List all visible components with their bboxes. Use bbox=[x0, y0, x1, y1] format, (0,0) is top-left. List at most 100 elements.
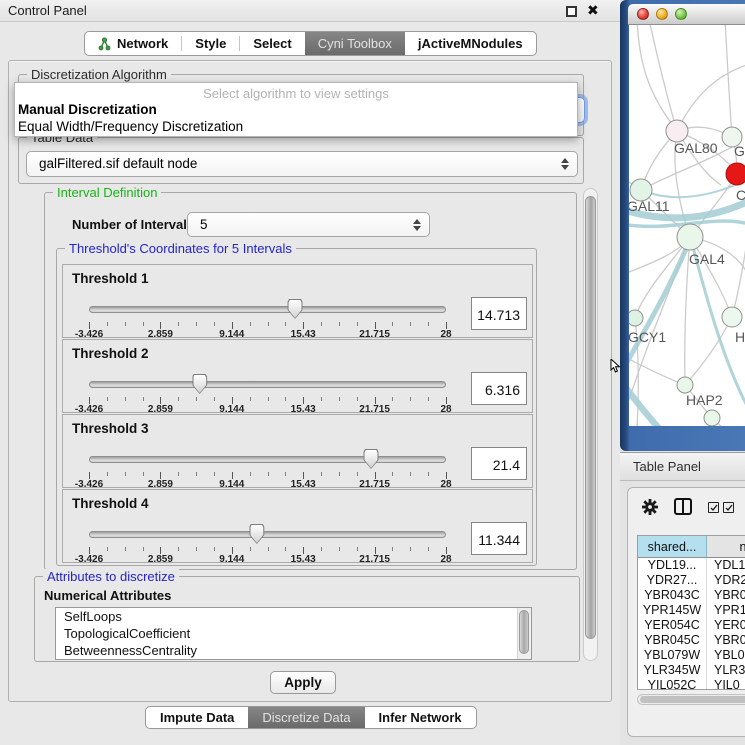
network-node-label: GA bbox=[734, 143, 745, 159]
table-row[interactable]: YBR043CYBR0 bbox=[638, 588, 745, 603]
cell[interactable]: YLR345W bbox=[638, 663, 707, 678]
threshold-2-value-field[interactable]: 6.316 bbox=[471, 372, 527, 405]
tab-impute-data[interactable]: Impute Data bbox=[146, 707, 248, 728]
checkbox-icon[interactable] bbox=[723, 502, 734, 513]
dropdown-option-manual-discretization[interactable]: Manual Discretization bbox=[15, 101, 577, 118]
table-row[interactable]: YPR145WYPR1 bbox=[638, 603, 745, 618]
threshold-3-slider[interactable] bbox=[89, 449, 446, 471]
cell[interactable]: YDL1 bbox=[707, 558, 745, 573]
threshold-4-slider-handle[interactable] bbox=[249, 524, 264, 544]
number-of-intervals-combobox[interactable]: 5 bbox=[187, 212, 430, 237]
tab-style[interactable]: Style bbox=[182, 32, 239, 55]
network-canvas[interactable]: GAL80GACGAL11GAL4GCY1HHAP2 bbox=[629, 25, 745, 426]
cell[interactable]: YBR045C bbox=[638, 633, 707, 648]
table-horizontal-scrollbar[interactable] bbox=[637, 694, 745, 705]
close-icon[interactable]: ✖ bbox=[587, 2, 599, 19]
tab-network[interactable]: Network bbox=[85, 32, 181, 55]
slider-tick bbox=[107, 397, 108, 401]
tab-jactivemnodules-label: jActiveMNodules bbox=[418, 36, 523, 51]
slider-track[interactable] bbox=[89, 306, 446, 313]
tab-discretize-data[interactable]: Discretize Data bbox=[248, 707, 364, 728]
threshold-1-value-field[interactable]: 14.713 bbox=[471, 297, 527, 330]
cell[interactable]: YDR27... bbox=[638, 573, 707, 588]
cell[interactable]: YDL19... bbox=[638, 558, 707, 573]
table-row[interactable]: YDR27...YDR2 bbox=[638, 573, 745, 588]
network-node-bottom[interactable] bbox=[704, 410, 720, 426]
checkbox-icon[interactable] bbox=[708, 502, 719, 513]
threshold-3-slider-handle[interactable] bbox=[364, 449, 379, 469]
threshold-4-slider[interactable] bbox=[89, 524, 446, 546]
slider-tick bbox=[160, 547, 161, 554]
table-row[interactable]: YDL19...YDL1 bbox=[638, 558, 745, 573]
table-row[interactable]: YLR345WYLR3 bbox=[638, 663, 745, 678]
network-node-red[interactable] bbox=[726, 163, 745, 185]
network-edge bbox=[690, 237, 732, 317]
settings-scrollbar-thumb[interactable] bbox=[585, 196, 596, 639]
cell[interactable]: YPR1 bbox=[707, 603, 745, 618]
network-node-gal4[interactable] bbox=[677, 224, 703, 250]
slider-tick bbox=[446, 547, 447, 554]
cell[interactable]: YBR043C bbox=[638, 588, 707, 603]
network-node-gcy1[interactable] bbox=[629, 310, 643, 326]
threshold-1-slider-handle[interactable] bbox=[288, 299, 303, 319]
zoom-window-icon[interactable] bbox=[675, 8, 687, 20]
cell[interactable]: YIL0 bbox=[707, 678, 745, 690]
close-window-icon[interactable] bbox=[637, 8, 649, 20]
control-panel-title: Control Panel bbox=[8, 3, 87, 18]
threshold-4-value-field[interactable]: 11.344 bbox=[471, 522, 527, 555]
cell[interactable]: YBR0 bbox=[707, 588, 745, 603]
cell[interactable]: YBL079W bbox=[638, 648, 707, 663]
list-item-betweennesscentrality[interactable]: BetweennessCentrality bbox=[56, 642, 531, 659]
column-header-shared-name[interactable]: shared... bbox=[638, 536, 707, 557]
cell[interactable]: YBR0 bbox=[707, 633, 745, 648]
table-panel-title: Table Panel bbox=[633, 459, 701, 474]
threshold-1-slider[interactable] bbox=[89, 299, 446, 321]
column-header-name[interactable]: na bbox=[707, 536, 745, 557]
table-row[interactable]: YBL079WYBL0 bbox=[638, 648, 745, 663]
table-horizontal-scrollbar-thumb[interactable] bbox=[640, 696, 745, 703]
tab-select[interactable]: Select bbox=[240, 32, 304, 55]
slider-track[interactable] bbox=[89, 456, 446, 463]
slider-track[interactable] bbox=[89, 381, 446, 388]
list-item-selfloops[interactable]: SelfLoops bbox=[56, 608, 531, 625]
table-row[interactable]: YER054CYER0 bbox=[638, 618, 745, 633]
threshold-2-slider-handle[interactable] bbox=[192, 374, 207, 394]
network-node-hap2[interactable] bbox=[677, 377, 693, 393]
attributes-scrollbar-thumb[interactable] bbox=[519, 610, 529, 654]
cell[interactable]: YLR3 bbox=[707, 663, 745, 678]
table-row[interactable]: YIL052CYIL0 bbox=[638, 678, 745, 690]
float-window-icon[interactable] bbox=[566, 6, 577, 17]
table-row[interactable]: YBR045CYBR0 bbox=[638, 633, 745, 648]
attributes-scrollbar[interactable] bbox=[517, 608, 531, 659]
cell[interactable]: YIL052C bbox=[638, 678, 707, 690]
list-item-topologicalcoefficient[interactable]: TopologicalCoefficient bbox=[56, 625, 531, 642]
numerical-attributes-list[interactable]: SelfLoops TopologicalCoefficient Between… bbox=[55, 607, 532, 660]
number-of-intervals-label: Number of Intervals bbox=[72, 217, 194, 232]
cell[interactable]: YDR2 bbox=[707, 573, 745, 588]
gear-icon[interactable] bbox=[640, 497, 660, 517]
tab-cyni-toolbox[interactable]: Cyni Toolbox bbox=[305, 32, 405, 55]
tab-infer-network[interactable]: Infer Network bbox=[365, 707, 476, 728]
minimize-window-icon[interactable] bbox=[656, 8, 668, 20]
network-graph[interactable]: GAL80GACGAL11GAL4GCY1HHAP2 bbox=[629, 25, 745, 426]
columns-icon[interactable] bbox=[674, 498, 692, 515]
table-data-combobox[interactable]: galFiltered.sif default node bbox=[26, 151, 578, 177]
threshold-3-value-field[interactable]: 21.4 bbox=[471, 447, 527, 480]
cell[interactable]: YER054C bbox=[638, 618, 707, 633]
slider-tick bbox=[125, 322, 126, 326]
network-node-h[interactable] bbox=[722, 307, 742, 327]
network-node-gal80[interactable] bbox=[666, 120, 688, 142]
cell[interactable]: YBL0 bbox=[707, 648, 745, 663]
apply-button[interactable]: Apply bbox=[270, 671, 336, 694]
tab-jactivemnodules[interactable]: jActiveMNodules bbox=[405, 32, 536, 55]
threshold-2-slider[interactable] bbox=[89, 374, 446, 396]
cell[interactable]: YPR145W bbox=[638, 603, 707, 618]
dropdown-option-equal-width-frequency[interactable]: Equal Width/Frequency Discretization bbox=[15, 118, 577, 135]
slider-track[interactable] bbox=[89, 531, 446, 538]
tab-select-label: Select bbox=[253, 36, 291, 51]
cell[interactable]: YER0 bbox=[707, 618, 745, 633]
network-window-titlebar[interactable] bbox=[628, 4, 745, 25]
settings-scrollbar[interactable] bbox=[583, 188, 598, 661]
slider-tick bbox=[303, 322, 304, 329]
slider-tick bbox=[410, 322, 411, 326]
